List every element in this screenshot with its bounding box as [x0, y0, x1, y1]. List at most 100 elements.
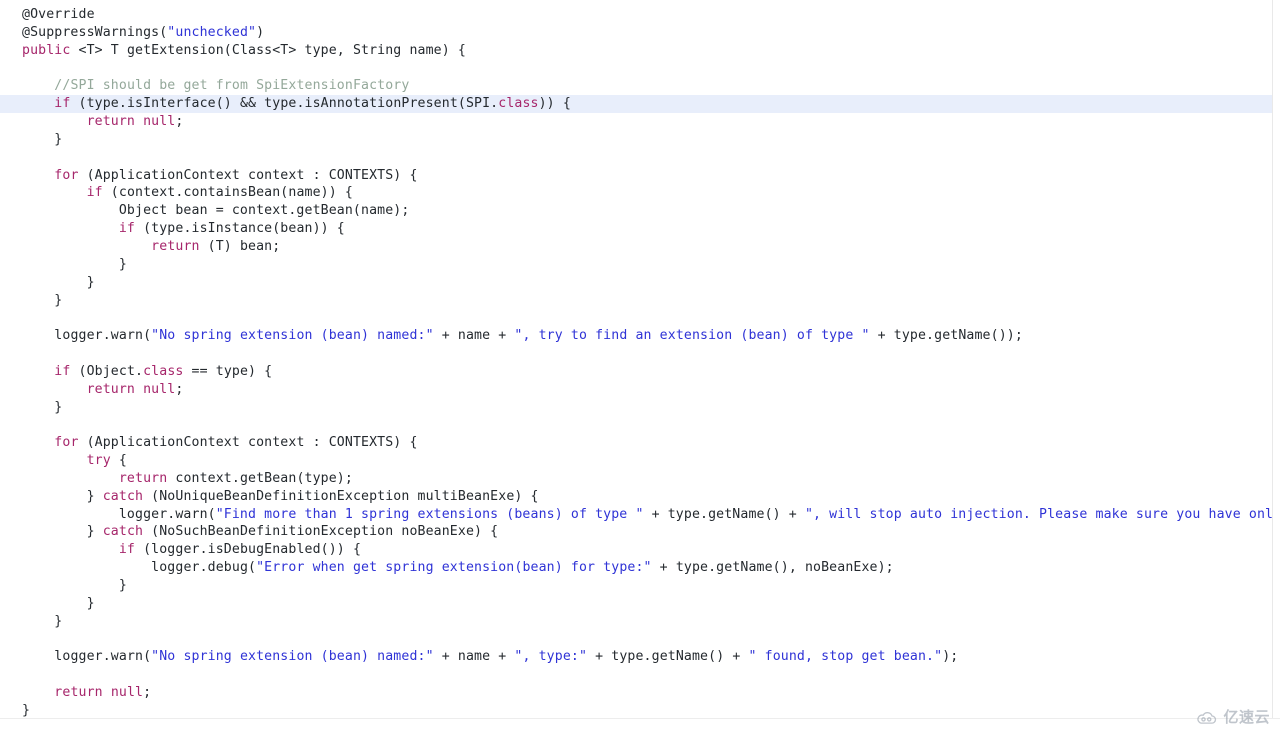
code-token-pln: }	[54, 399, 63, 415]
code-token-pln: }	[118, 256, 127, 272]
code-line[interactable]: if (type.isInterface() && type.isAnnotat…	[0, 95, 1280, 114]
code-token-pln: + type.getName());	[869, 328, 1023, 344]
code-token-str: "Error when get spring extension(bean) f…	[256, 560, 652, 576]
code-line[interactable]: } catch (NoUniqueBeanDefinitionException…	[0, 488, 1280, 506]
code-token-pln: (type.isInstance(bean)) {	[135, 221, 345, 237]
code-token-pln: (context.containsBean(name)) {	[102, 185, 353, 201]
code-token-pln: (NoUniqueBeanDefinitionException multiBe…	[143, 488, 539, 504]
code-line[interactable]: }	[0, 274, 1280, 292]
code-line[interactable]: }	[0, 256, 1280, 274]
code-token-str: ", type:"	[514, 649, 588, 665]
code-line[interactable]: //SPI should be get from SpiExtensionFac…	[0, 77, 1280, 95]
code-token-pln: + type.getName() +	[587, 649, 749, 665]
code-token-pln: (NoSuchBeanDefinitionException noBeanExe…	[143, 524, 499, 540]
code-token-ann: @SuppressWarnings(	[22, 24, 168, 40]
code-token-pln: ;	[175, 114, 184, 130]
code-token-pln: }	[54, 613, 63, 629]
code-line[interactable]: if (logger.isDebugEnabled()) {	[0, 541, 1280, 559]
code-line[interactable]: for (ApplicationContext context : CONTEX…	[0, 167, 1280, 185]
code-token-str: " found, stop get bean."	[748, 649, 943, 665]
code-line[interactable]: }	[0, 292, 1280, 310]
code-token-pln: logger.warn(	[54, 649, 152, 665]
code-line[interactable]	[0, 149, 1280, 167]
code-token-pln: logger.warn(	[54, 328, 152, 344]
code-line[interactable]: @Override	[0, 6, 1280, 24]
vertical-scrollbar[interactable]	[1273, 0, 1280, 729]
code-line[interactable]	[0, 631, 1280, 649]
code-token-pln: ;	[143, 685, 152, 701]
horizontal-scrollbar[interactable]	[0, 719, 1280, 729]
code-token-ann: @Override	[22, 7, 95, 22]
code-token-kw: return	[151, 238, 200, 254]
code-token-str: "unchecked"	[167, 24, 257, 40]
code-line[interactable]: }	[0, 613, 1280, 631]
code-line[interactable]: }	[0, 595, 1280, 613]
code-token-pln: )	[256, 24, 265, 40]
code-line[interactable]: if (type.isInstance(bean)) {	[0, 220, 1280, 238]
code-token-pln: context.getBean(type);	[167, 470, 353, 486]
code-token-str: "No spring extension (bean) named:"	[151, 649, 434, 665]
code-editor-pane[interactable]: @Override @SuppressWarnings("unchecked") p…	[0, 0, 1280, 729]
code-token-kw: try	[86, 453, 111, 469]
code-line[interactable]	[0, 60, 1280, 78]
code-token-pln: }	[118, 578, 127, 593]
code-line[interactable]: return null;	[0, 113, 1280, 131]
code-line[interactable]: logger.debug("Error when get spring exte…	[0, 559, 1280, 577]
code-line[interactable]: } catch (NoSuchBeanDefinitionException n…	[0, 523, 1280, 541]
code-line[interactable]: public <T> T getExtension(Class<T> type,…	[0, 42, 1280, 60]
code-line[interactable]: }	[0, 131, 1280, 149]
code-line[interactable]: logger.warn("Find more than 1 spring ext…	[0, 506, 1280, 524]
code-token-kw: return	[54, 685, 103, 701]
code-line[interactable]: logger.warn("No spring extension (bean) …	[0, 327, 1280, 345]
code-line[interactable]: }	[0, 577, 1280, 595]
code-line[interactable]: return (T) bean;	[0, 238, 1280, 256]
code-line[interactable]: Object bean = context.getBean(name);	[0, 202, 1280, 220]
code-token-pln: }	[54, 292, 63, 308]
code-line[interactable]: return null;	[0, 684, 1280, 702]
code-line[interactable]: if (context.containsBean(name)) {	[0, 184, 1280, 202]
code-line[interactable]: if (Object.class == type) {	[0, 363, 1280, 381]
code-token-pln: logger.warn(	[118, 506, 216, 522]
code-token-pln: (type.isInterface() && type.isAnnotation…	[70, 96, 499, 112]
code-line[interactable]	[0, 416, 1280, 434]
code-line[interactable]: @SuppressWarnings("unchecked")	[0, 24, 1280, 42]
code-line[interactable]	[0, 666, 1280, 684]
code-token-kw: null	[143, 381, 176, 397]
code-token-kw: null	[143, 114, 176, 130]
code-token-kw: catch	[102, 524, 144, 540]
code-line[interactable]	[0, 345, 1280, 363]
code-line[interactable]	[0, 309, 1280, 327]
code-token-kw: catch	[102, 488, 144, 504]
code-token-pln: }	[86, 595, 95, 611]
code-token-pln: + name +	[433, 328, 515, 344]
code-content-area[interactable]: @Override @SuppressWarnings("unchecked") p…	[0, 0, 1280, 720]
code-line[interactable]: }	[0, 399, 1280, 417]
code-token-kw: if	[118, 542, 136, 558]
code-line[interactable]: for (ApplicationContext context : CONTEX…	[0, 434, 1280, 452]
code-line[interactable]: return context.getBean(type);	[0, 470, 1280, 488]
code-line[interactable]: return null;	[0, 381, 1280, 399]
code-line[interactable]: logger.warn("No spring extension (bean) …	[0, 648, 1280, 666]
code-token-kw: return	[86, 114, 136, 130]
code-token-pln: Object bean = context.getBean(name);	[118, 203, 410, 219]
code-line[interactable]: try {	[0, 452, 1280, 470]
code-token-pln: (T) bean;	[199, 238, 281, 254]
